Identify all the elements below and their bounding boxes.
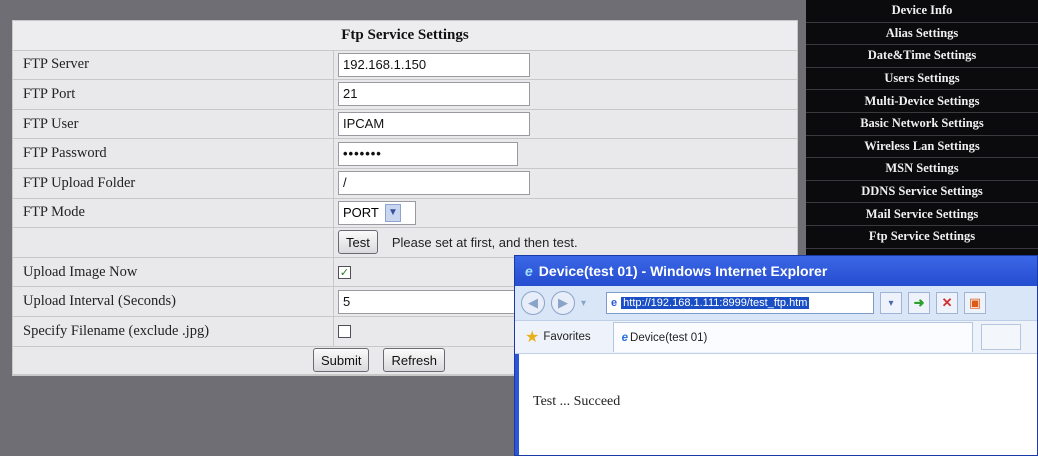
specify-filename-checkbox[interactable] <box>338 324 351 338</box>
favorites-label[interactable]: Favorites <box>543 331 590 343</box>
row-ftp-mode: FTP Mode PORT ▼ <box>13 198 797 229</box>
ftp-mode-label: FTP Mode <box>13 198 334 228</box>
row-ftp-folder: FTP Upload Folder / <box>13 168 797 199</box>
refresh-button[interactable]: Refresh <box>383 348 445 373</box>
ftp-password-label: FTP Password <box>13 139 334 168</box>
ie-page-content: Test ... Succeed <box>519 354 1037 455</box>
ftp-port-label: FTP Port <box>13 80 334 109</box>
ie-address-bar-row: ◀ ▶ ▾ e http://192.168.1.111:8999/test_f… <box>515 286 1037 320</box>
ftp-server-input[interactable]: 192.168.1.150 <box>338 52 530 77</box>
ftp-port-input[interactable]: 21 <box>338 82 530 107</box>
menu-item-multi-device[interactable]: Multi-Device Settings <box>806 90 1038 113</box>
ftp-password-input[interactable]: ••••••• <box>338 141 518 166</box>
checkmark-icon: ✓ <box>339 266 350 279</box>
test-result-text: Test ... Succeed <box>533 394 621 409</box>
submit-button[interactable]: Submit <box>313 348 370 373</box>
menu-item-msn[interactable]: MSN Settings <box>806 158 1038 181</box>
ftp-mode-select[interactable]: PORT ▼ <box>338 200 416 225</box>
browser-tab[interactable]: e Device(test 01) <box>612 322 973 352</box>
menu-item-ddns[interactable]: DDNS Service Settings <box>806 181 1038 204</box>
new-tab-button[interactable] <box>980 324 1021 350</box>
ftp-folder-label: FTP Upload Folder <box>13 168 334 198</box>
menu-item-users[interactable]: Users Settings <box>806 68 1038 91</box>
ftp-user-label: FTP User <box>13 109 334 139</box>
menu-item-mail[interactable]: Mail Service Settings <box>806 203 1038 226</box>
ie-logo-icon: e <box>525 263 533 279</box>
menu-item-ftp[interactable]: Ftp Service Settings <box>806 226 1038 249</box>
row-ftp-server: FTP Server 192.168.1.150 <box>13 50 797 81</box>
ie-window-title: Device(test 01) - Windows Internet Explo… <box>538 263 828 279</box>
menu-item-wireless-lan[interactable]: Wireless Lan Settings <box>806 136 1038 159</box>
ftp-user-input[interactable]: IPCAM <box>338 112 530 137</box>
menu-item-device-info[interactable]: Device Info <box>806 0 1038 23</box>
test-label-empty <box>13 228 334 257</box>
page-icon: e <box>611 297 618 309</box>
test-button[interactable]: Test <box>338 230 378 255</box>
upload-now-label: Upload Image Now <box>13 257 334 287</box>
upload-now-checkbox[interactable]: ✓ <box>338 265 351 279</box>
rss-icon[interactable]: ▣ <box>964 292 987 314</box>
stop-icon[interactable]: ✕ <box>936 292 959 314</box>
tab-title: Device(test 01) <box>630 331 708 344</box>
chevron-down-icon[interactable]: ▼ <box>384 203 401 222</box>
go-arrow-icon[interactable]: ➜ <box>908 292 931 314</box>
row-test: Test Please set at first, and then test. <box>13 228 797 258</box>
row-ftp-port: FTP Port 21 <box>13 80 797 110</box>
upload-interval-label: Upload Interval (Seconds) <box>13 287 334 316</box>
menu-item-basic-network[interactable]: Basic Network Settings <box>806 113 1038 136</box>
ftp-mode-value: PORT <box>343 205 379 221</box>
ftp-server-label: FTP Server <box>13 50 334 80</box>
favorites-star-icon[interactable]: ★ <box>525 327 539 347</box>
ie-window: e Device(test 01) - Windows Internet Exp… <box>514 255 1038 456</box>
ftp-folder-input[interactable]: / <box>338 171 530 196</box>
forward-icon[interactable]: ▶ <box>551 291 575 315</box>
address-dropdown-icon[interactable]: ▾ <box>880 292 903 314</box>
menu-item-datetime[interactable]: Date&Time Settings <box>806 45 1038 68</box>
test-note: Please set at first, and then test. <box>391 234 578 250</box>
settings-title: Ftp Service Settings <box>341 26 469 43</box>
history-dropdown-icon[interactable]: ▾ <box>581 298 586 309</box>
address-input[interactable]: e http://192.168.1.111:8999/test_ftp.htm <box>606 292 875 314</box>
menu-item-alias[interactable]: Alias Settings <box>806 23 1038 46</box>
back-icon[interactable]: ◀ <box>521 291 545 315</box>
row-ftp-user: FTP User IPCAM <box>13 109 797 140</box>
upload-interval-input[interactable]: 5 <box>338 289 530 314</box>
ie-titlebar[interactable]: e Device(test 01) - Windows Internet Exp… <box>515 256 1037 286</box>
row-ftp-password: FTP Password ••••••• <box>13 139 797 169</box>
settings-header: Ftp Service Settings <box>13 21 797 51</box>
specify-filename-label: Specify Filename (exclude .jpg) <box>13 316 334 346</box>
favorites-bar: ★ Favorites e Device(test 01) <box>515 320 1037 354</box>
tab-page-icon: e <box>621 331 629 344</box>
address-url: http://192.168.1.111:8999/test_ftp.htm <box>621 297 810 309</box>
